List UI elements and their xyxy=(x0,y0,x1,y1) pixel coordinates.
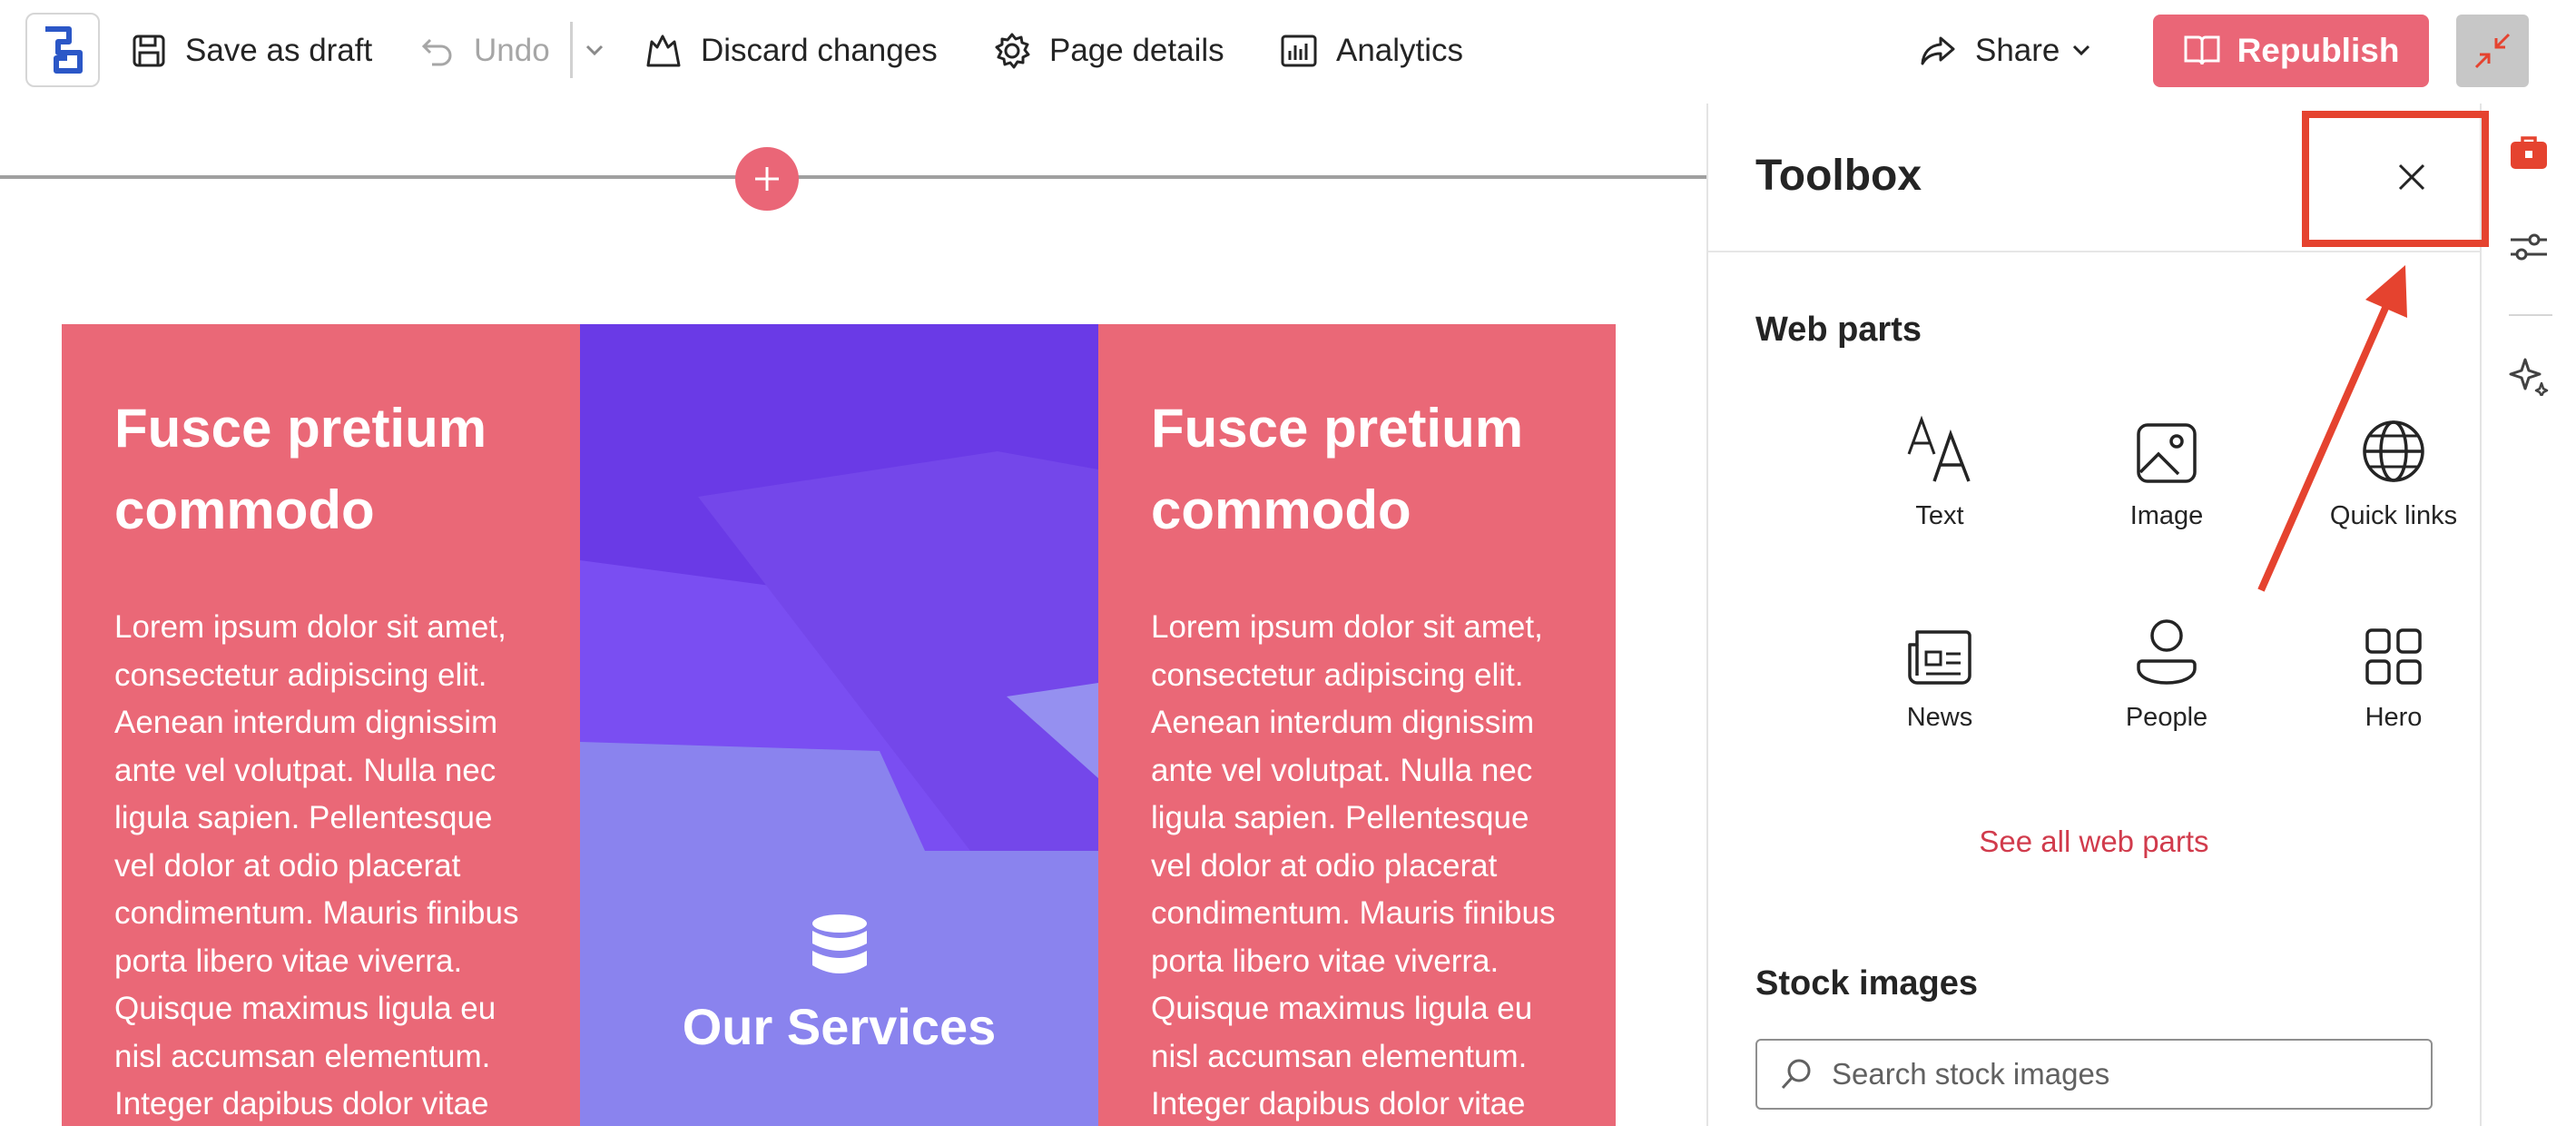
undo-label: Undo xyxy=(474,33,550,68)
discard-changes-button[interactable]: Discard changes xyxy=(644,24,938,78)
web-part-label: Quick links xyxy=(2329,501,2458,530)
column-body: Lorem ipsum dolor sit amet, consectetur … xyxy=(1151,609,1556,1121)
services-callout: Our Services xyxy=(580,913,1098,1056)
web-part-label: Text xyxy=(1915,501,1964,530)
discard-icon xyxy=(646,35,681,67)
text-column-right[interactable]: Fusce pretium commodo Lorem ipsum dolor … xyxy=(1098,324,1616,1126)
save-icon xyxy=(133,35,165,67)
annotation-highlight-box xyxy=(2302,111,2489,247)
web-part-label: News xyxy=(1906,703,1973,732)
command-bar: Save as draft Undo Discard changes Page … xyxy=(0,0,2576,104)
web-part-image[interactable]: Image xyxy=(2062,403,2271,531)
stock-search-box[interactable] xyxy=(1755,1039,2433,1110)
analytics-button[interactable]: Analytics xyxy=(1280,24,1463,78)
rail-toolbox-button[interactable] xyxy=(2507,131,2551,174)
image-column[interactable]: Our Services xyxy=(580,324,1098,1126)
image-icon xyxy=(2137,423,2197,483)
hero-grid-icon xyxy=(2365,628,2422,685)
republish-label: Republish xyxy=(2237,32,2400,69)
save-draft-button[interactable]: Save as draft xyxy=(131,24,372,78)
services-label: Our Services xyxy=(682,998,997,1055)
news-icon xyxy=(1908,630,1971,685)
rail-settings-button[interactable] xyxy=(2507,225,2551,269)
column-body: Lorem ipsum dolor sit amet, consectetur … xyxy=(114,609,519,1121)
add-section-button[interactable] xyxy=(735,147,799,211)
sparkle-icon xyxy=(2509,358,2549,396)
section-divider xyxy=(0,175,1708,179)
web-part-label: People xyxy=(2125,703,2208,732)
person-icon xyxy=(2137,619,2197,685)
undo-icon xyxy=(421,38,452,66)
web-part-text[interactable]: Text xyxy=(1835,403,2044,531)
plus-icon xyxy=(755,167,779,191)
see-all-web-parts-link[interactable]: See all web parts xyxy=(1708,825,2480,859)
share-chevron-down-icon[interactable] xyxy=(2068,36,2095,64)
stock-images-heading: Stock images xyxy=(1755,964,1978,1003)
web-part-people[interactable]: People xyxy=(2062,605,2271,733)
globe-icon xyxy=(2363,420,2424,482)
analytics-label: Analytics xyxy=(1336,33,1464,68)
web-part-label: Hero xyxy=(2365,703,2423,732)
web-part-quick-links[interactable]: Quick links xyxy=(2289,403,2498,531)
database-icon xyxy=(811,914,867,973)
book-open-icon xyxy=(2184,35,2220,65)
web-part-news[interactable]: News xyxy=(1835,605,2044,733)
toolbox-panel: Toolbox Web parts Text Image Quick links… xyxy=(1706,104,2482,1126)
web-part-label: Image xyxy=(2129,501,2204,530)
hero-section[interactable]: Fusce pretium commodo Lorem ipsum dolor … xyxy=(62,324,1616,1126)
share-label: Share xyxy=(1975,33,2060,68)
collapse-arrows-icon xyxy=(2474,33,2511,69)
republish-button[interactable]: Republish xyxy=(2153,15,2429,87)
save-draft-label: Save as draft xyxy=(185,33,373,68)
share-icon xyxy=(1921,36,1955,65)
toolbox-title: Toolbox xyxy=(1755,152,1922,200)
toolbox-icon xyxy=(2511,136,2547,169)
collapse-button[interactable] xyxy=(2456,15,2529,87)
page-details-button[interactable]: Page details xyxy=(993,24,1224,78)
sliders-icon xyxy=(2511,233,2547,261)
text-icon xyxy=(1907,415,1971,482)
undo-button[interactable]: Undo xyxy=(419,24,550,78)
discard-changes-label: Discard changes xyxy=(701,33,938,68)
sharepoint-logo-icon xyxy=(45,26,83,74)
column-heading: Fusce pretium commodo xyxy=(114,398,487,540)
right-rail xyxy=(2483,104,2576,1126)
rail-copilot-button[interactable] xyxy=(2507,354,2551,398)
analytics-icon xyxy=(1281,35,1317,67)
undo-divider xyxy=(570,22,573,78)
page-details-label: Page details xyxy=(1049,33,1224,68)
column-heading: Fusce pretium commodo xyxy=(1151,398,1524,540)
share-button[interactable]: Share xyxy=(1919,24,2060,78)
gear-icon xyxy=(995,33,1030,69)
chevron-down-icon[interactable] xyxy=(581,36,608,64)
web-parts-heading: Web parts xyxy=(1755,311,1922,349)
text-column-left[interactable]: Fusce pretium commodo Lorem ipsum dolor … xyxy=(62,324,580,1126)
app-logo[interactable] xyxy=(25,13,100,87)
stock-search-input[interactable] xyxy=(1832,1057,2394,1091)
rail-divider xyxy=(2509,314,2552,316)
web-part-hero[interactable]: Hero xyxy=(2289,605,2498,733)
search-icon xyxy=(1781,1059,1811,1090)
